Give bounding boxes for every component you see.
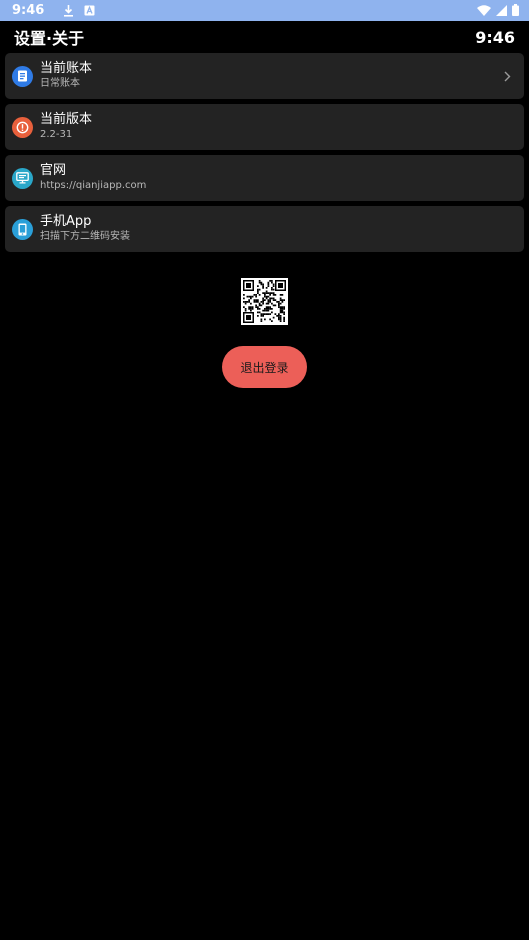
card-subtitle: 2.2-31 [40, 129, 73, 140]
battery-icon [512, 1, 519, 20]
qr-code-icon [241, 278, 288, 325]
card-title: 当前账本 [40, 61, 93, 76]
wifi-icon [477, 1, 491, 20]
card-subtitle[interactable]: https://qianjiapp.com [40, 179, 146, 193]
settings-list: 当前账本 日常账本 当前版本 2.2-31 官网 https://qianjia… [5, 53, 524, 257]
card-text: 手机App 扫描下方二维码安装 [40, 214, 130, 244]
mobile-app-item[interactable]: 手机App 扫描下方二维码安装 [5, 206, 524, 252]
ledger-icon [12, 65, 33, 87]
card-title: 官网 [40, 163, 67, 178]
header-clock: 9:46 [475, 27, 515, 47]
status-time: 9:46 [12, 3, 45, 18]
current-version-item[interactable]: 当前版本 2.2-31 [5, 104, 524, 150]
card-text: 当前账本 日常账本 [40, 61, 92, 91]
monitor-icon [12, 167, 33, 189]
card-title: 手机App [40, 214, 92, 229]
logout-button[interactable]: 退出登录 [222, 346, 307, 388]
card-text: 当前版本 2.2-31 [40, 112, 92, 142]
chevron-right-icon [500, 69, 514, 83]
website-item[interactable]: 官网 https://qianjiapp.com [5, 155, 524, 201]
signal-icon [496, 1, 507, 20]
card-subtitle: 扫描下方二维码安装 [40, 231, 130, 242]
card-subtitle: 日常账本 [40, 78, 80, 89]
status-bar: 9:46 [0, 0, 529, 21]
current-ledger-item[interactable]: 当前账本 日常账本 [5, 53, 524, 99]
card-text: 官网 https://qianjiapp.com [40, 163, 146, 193]
a-notification-icon [83, 4, 96, 17]
info-icon [12, 116, 33, 138]
card-title: 当前版本 [40, 112, 93, 127]
download-icon [62, 4, 75, 17]
page-title: 设置·关于 [14, 29, 85, 48]
page-header: 设置·关于 9:46 [0, 21, 529, 53]
status-right-icons [477, 1, 519, 20]
phone-icon [12, 218, 33, 240]
